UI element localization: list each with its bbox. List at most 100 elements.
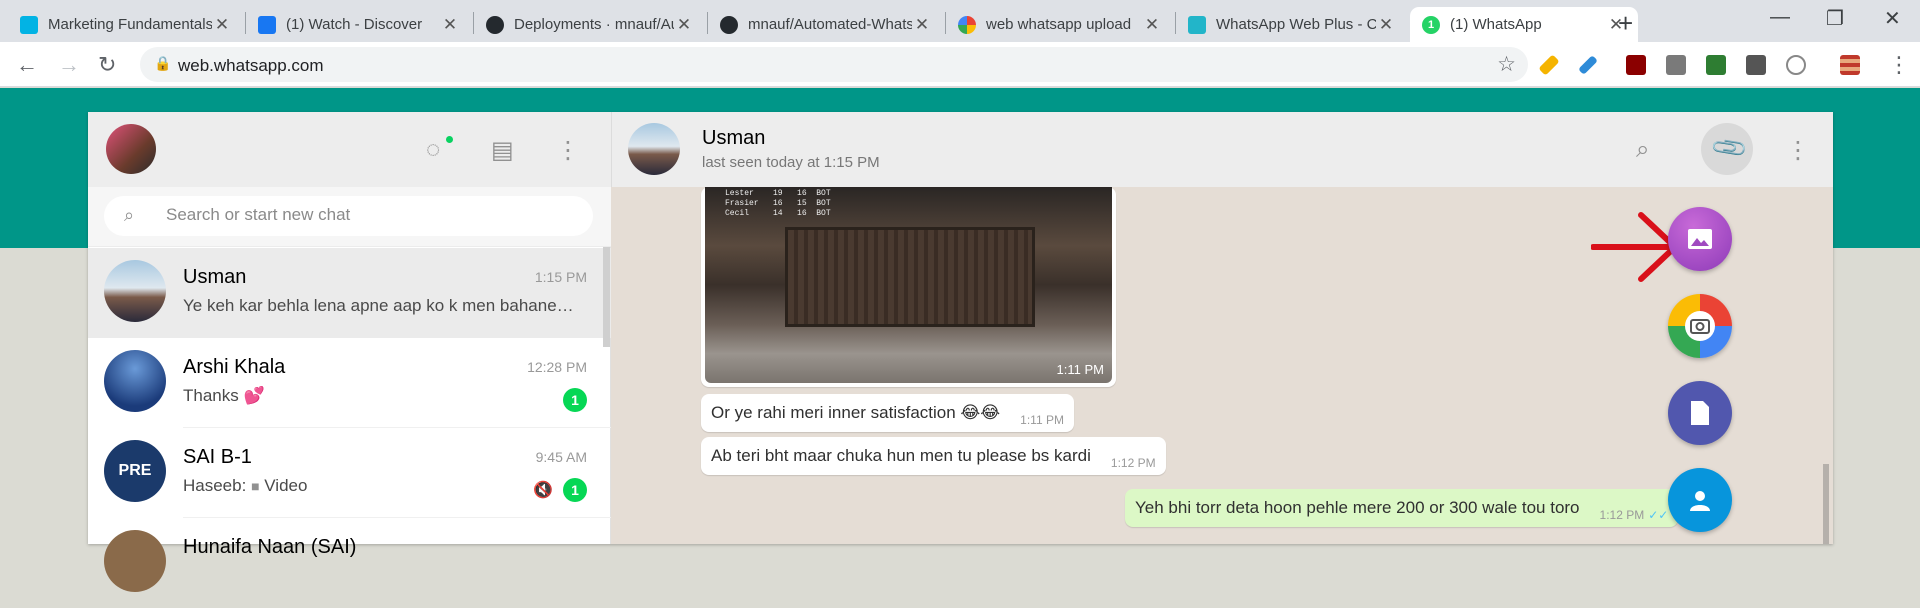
close-tab-icon[interactable]: ✕ <box>912 15 932 35</box>
highlighter-extension-icon[interactable] <box>1538 54 1560 76</box>
forward-icon[interactable]: → <box>58 52 80 78</box>
close-tab-icon[interactable]: ✕ <box>440 15 460 35</box>
message-time: 1:11 PM <box>1020 413 1064 427</box>
close-tab-icon[interactable]: ✕ <box>1142 15 1162 35</box>
browser-tab-active[interactable]: 1 (1) WhatsApp ✕ <box>1410 7 1638 42</box>
whatsapp-icon: 1 <box>1422 15 1440 34</box>
chat-name: Arshi Khala <box>183 356 286 378</box>
message-time: 1:11 PM <box>1056 362 1104 377</box>
cloud-extension-icon[interactable] <box>1786 55 1806 75</box>
chat-preview: Thanks 💕 <box>183 386 265 405</box>
conversation-panel: Usman last seen today at 1:15 PM ⌕ 📎 ⋮ L… <box>611 112 1833 544</box>
chat-item-sai-b1[interactable]: PRE SAI B-1 9:45 AM Haseeb: ■ Video 🔇 1 <box>88 428 611 518</box>
google-icon <box>958 15 976 34</box>
back-icon[interactable]: ← <box>16 52 38 78</box>
close-tab-icon[interactable]: ✕ <box>212 15 232 35</box>
puzzle-icon <box>1188 15 1206 34</box>
chat-time: 12:28 PM <box>527 359 587 375</box>
url-text[interactable]: web.whatsapp.com <box>178 56 324 76</box>
menu-icon[interactable]: ⋮ <box>556 136 580 165</box>
browser-tab-3[interactable]: Deployments · mnauf/Automated-Wh ✕ <box>474 7 706 42</box>
new-chat-icon[interactable]: ▤ <box>491 136 514 165</box>
conversation-scrollbar[interactable] <box>1823 464 1829 544</box>
photo-content <box>785 227 1035 327</box>
conversation-header[interactable]: Usman last seen today at 1:15 PM ⌕ 📎 ⋮ <box>611 112 1833 187</box>
reload-icon[interactable]: ↻ <box>98 52 116 78</box>
preview-text: Video <box>264 476 308 495</box>
chat-item-usman[interactable]: Usman 1:15 PM Ye keh kar behla lena apne… <box>88 248 611 338</box>
chat-item-arshi-khala[interactable]: Arshi Khala 12:28 PM Thanks 💕 1 <box>88 338 611 428</box>
menu-icon[interactable]: ⋮ <box>1786 136 1810 165</box>
download-extension-icon[interactable] <box>1706 55 1726 75</box>
image-icon <box>1668 207 1732 271</box>
chat-time: 9:45 AM <box>535 449 587 465</box>
camera-button[interactable] <box>1668 294 1732 358</box>
video-camera-icon: ■ <box>251 478 260 494</box>
unread-badge: 1 <box>563 388 587 412</box>
chat-avatar: PRE <box>104 440 166 502</box>
browser-tab-2[interactable]: (1) Watch - Discover ✕ <box>246 7 472 42</box>
muted-icon: 🔇 <box>533 482 553 499</box>
document-icon <box>1668 381 1732 445</box>
contact-name: Usman <box>702 127 766 149</box>
chat-time: 1:15 PM <box>534 269 587 285</box>
udacity-icon <box>20 15 38 34</box>
contact-avatar[interactable] <box>628 123 680 175</box>
image-thumbnail[interactable]: Lester 19 16 BOT Frasier 16 15 BOT Cecil… <box>705 187 1112 383</box>
my-avatar[interactable] <box>106 124 156 174</box>
chat-name: Usman <box>183 266 247 288</box>
browser-tab-4[interactable]: mnauf/Automated-WhatsApp ✕ <box>708 7 944 42</box>
message-bubble-in[interactable]: Or ye rahi meri inner satisfaction 😂😂 1:1… <box>701 394 1074 432</box>
lock-icon: 🔒 <box>154 55 172 71</box>
browser-tab-bar: Marketing Fundamentals ✕ (1) Watch - Dis… <box>0 0 1920 42</box>
last-seen-status: last seen today at 1:15 PM <box>702 154 880 171</box>
browser-menu-icon[interactable]: ⋮ <box>1888 52 1910 78</box>
attach-button[interactable]: 📎 <box>1701 123 1753 175</box>
close-window-icon[interactable]: ✕ <box>1884 6 1901 31</box>
chat-avatar <box>104 260 166 322</box>
status-icon[interactable]: ◌ <box>426 136 440 164</box>
search-input[interactable] <box>166 205 566 225</box>
gray-extension-icon[interactable] <box>1666 55 1686 75</box>
github-icon <box>486 15 504 34</box>
search-area: ⌕ <box>88 187 611 247</box>
message-bubble-in[interactable]: Ab teri bht maar chuka hun men tu please… <box>701 437 1166 475</box>
photo-table-text: Lester 19 16 BOT Frasier 16 15 BOT Cecil… <box>725 189 831 218</box>
search-icon: ⌕ <box>124 205 135 225</box>
minimize-icon[interactable]: — <box>1770 6 1790 29</box>
image-message[interactable]: Lester 19 16 BOT Frasier 16 15 BOT Cecil… <box>701 187 1116 387</box>
maximize-icon[interactable]: ❐ <box>1826 6 1844 31</box>
chat-name: SAI B-1 <box>183 446 252 468</box>
pen-extension-icon[interactable] <box>1578 55 1598 75</box>
message-text: Or ye rahi meri inner satisfaction 😂😂 <box>711 403 1001 422</box>
status-dot <box>446 136 453 143</box>
message-text: Ab teri bht maar chuka hun men tu please… <box>711 446 1091 465</box>
browser-tab-1[interactable]: Marketing Fundamentals ✕ <box>8 7 244 42</box>
facebook-icon <box>258 15 276 34</box>
message-time: 1:12 PM <box>1110 456 1156 470</box>
bookmark-star-icon[interactable]: ☆ <box>1497 52 1516 77</box>
photos-videos-button[interactable] <box>1668 207 1732 271</box>
sidebar-scrollbar[interactable] <box>603 247 610 347</box>
contact-button[interactable] <box>1668 468 1732 532</box>
double-check-icon: ✓✓ <box>1648 508 1669 522</box>
camera-icon <box>1668 294 1732 358</box>
chat-avatar <box>104 350 166 412</box>
address-bar[interactable]: 🔒 web.whatsapp.com ☆ <box>140 47 1528 82</box>
red-extension-icon[interactable] <box>1626 55 1646 75</box>
new-tab-icon[interactable]: + <box>1618 8 1633 39</box>
message-text: Yeh bhi torr deta hoon pehle mere 200 or… <box>1135 498 1580 517</box>
profile-extension-icon[interactable] <box>1840 55 1860 75</box>
browser-tab-6[interactable]: WhatsApp Web Plus - Chrome ✕ <box>1176 7 1408 42</box>
close-tab-icon[interactable]: ✕ <box>674 15 694 35</box>
message-bubble-out[interactable]: Yeh bhi torr deta hoon pehle mere 200 or… <box>1125 489 1679 527</box>
ec-extension-icon[interactable] <box>1746 55 1766 75</box>
search-box[interactable]: ⌕ <box>104 196 593 236</box>
close-tab-icon[interactable]: ✕ <box>1376 15 1396 35</box>
chat-item-hunaifa[interactable]: Hunaifa Naan (SAI) <box>88 518 611 608</box>
document-button[interactable] <box>1668 381 1732 445</box>
browser-tab-5[interactable]: web whatsapp upload ✕ <box>946 7 1174 42</box>
paperclip-icon: 📎 <box>1709 128 1751 169</box>
search-icon[interactable]: ⌕ <box>1636 136 1649 164</box>
chat-preview: Haseeb: ■ Video <box>183 476 523 496</box>
